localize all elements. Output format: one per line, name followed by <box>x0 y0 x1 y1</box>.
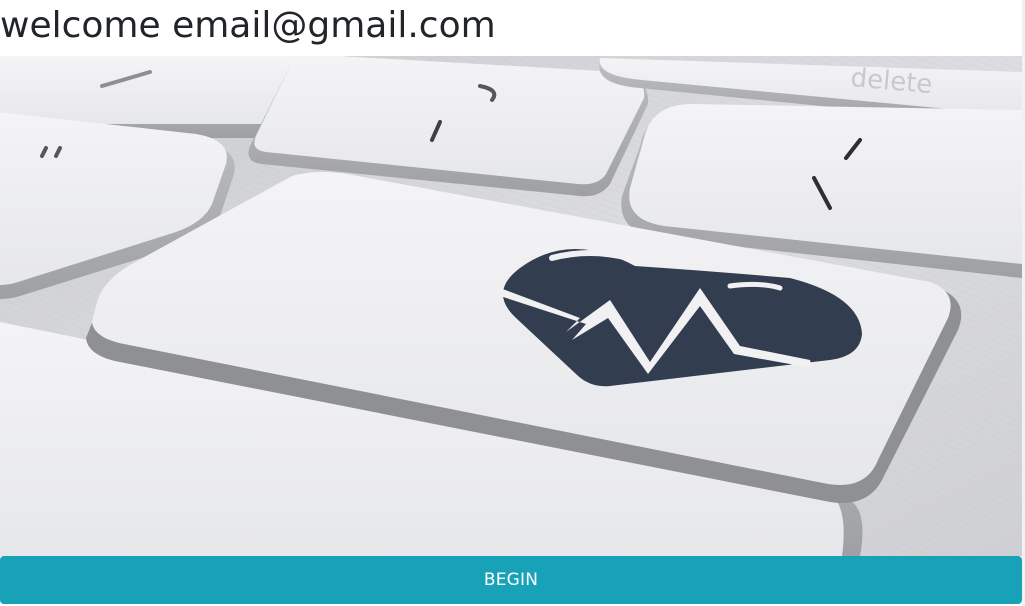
hero-image: delete <box>0 56 1022 556</box>
welcome-heading: welcome email@gmail.com <box>0 5 496 46</box>
begin-button[interactable]: BEGIN <box>0 556 1022 604</box>
keyboard-illustration: delete <box>0 56 1022 556</box>
page: welcome email@gmail.com delete BEGIN <box>0 0 1025 606</box>
